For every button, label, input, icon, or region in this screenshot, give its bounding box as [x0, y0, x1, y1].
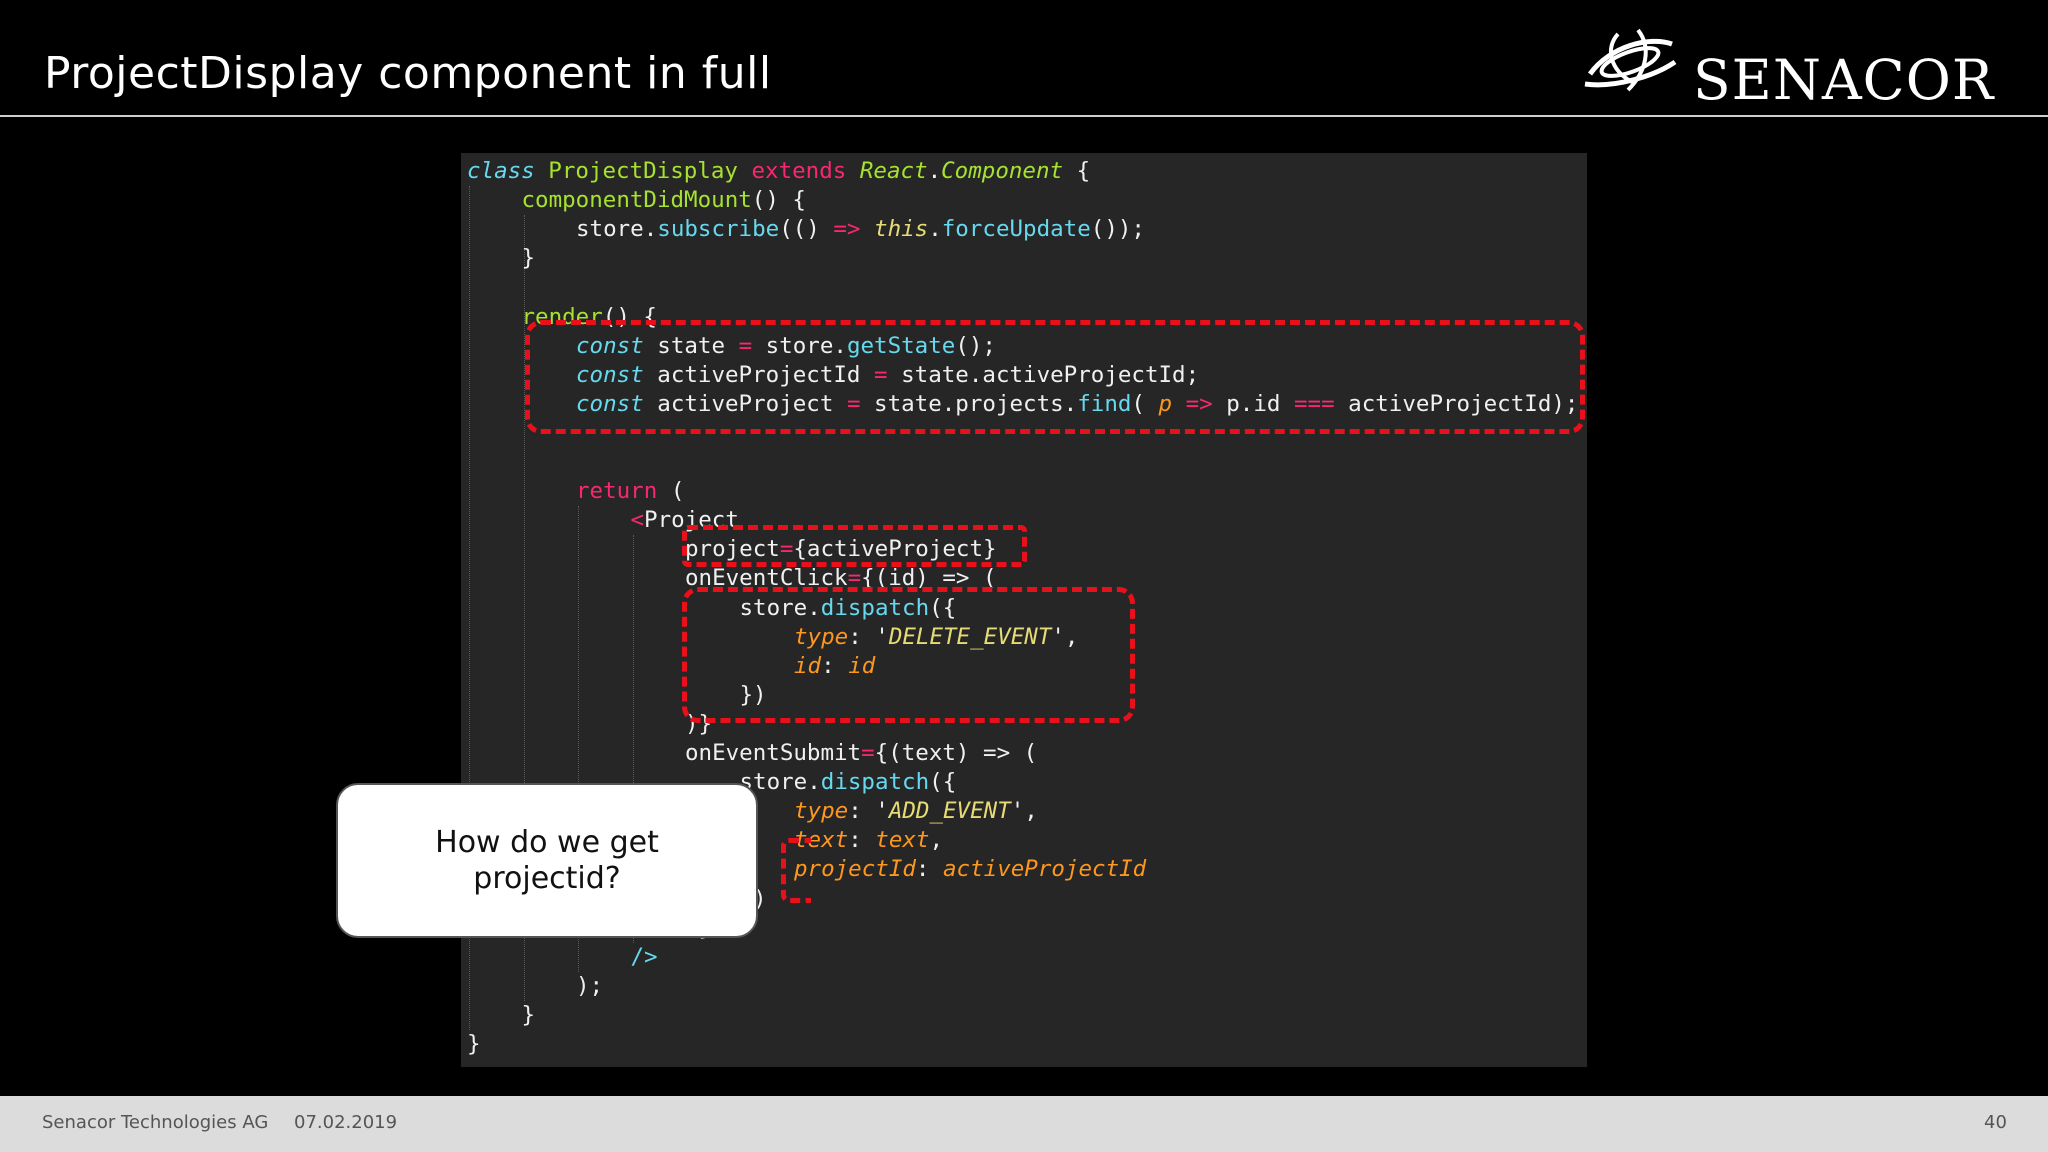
code-token: return	[576, 478, 658, 505]
callout-text: How do we get projectid?	[435, 824, 659, 896]
code-token: :	[915, 856, 944, 883]
footer-company: Senacor Technologies AG	[42, 1112, 269, 1133]
code-line: }	[467, 1030, 481, 1059]
title-divider	[0, 115, 2048, 117]
code-token: forceUpdate	[941, 216, 1091, 243]
code-token: componentDidMount	[521, 187, 752, 214]
code-token: }	[521, 1001, 536, 1028]
page-number: 40	[1984, 1112, 2007, 1133]
highlight-delete-dispatch	[682, 587, 1135, 723]
code-line: );	[576, 972, 603, 1001]
code-token: =>	[833, 216, 861, 243]
code-line: store.subscribe(() => this.forceUpdate()…	[576, 215, 1145, 244]
footer-date: 07.02.2019	[294, 1112, 398, 1133]
code-token: projectId	[794, 856, 916, 883]
code-token: />	[630, 943, 658, 970]
code-line: class ProjectDisplay extends React.Compo…	[467, 157, 1090, 186]
code-token: subscribe	[657, 216, 780, 243]
code-line: onEventSubmit={(text) => (	[685, 739, 1037, 768]
footer-bar: Senacor Technologies AG 07.02.2019 40	[0, 1096, 2048, 1152]
code-line: text: text,	[794, 826, 943, 855]
code-token: ());	[1090, 216, 1145, 243]
highlight-project-prop	[682, 525, 1027, 567]
code-token: dispatch	[820, 769, 930, 796]
highlight-state-consts	[525, 320, 1585, 434]
highlight-projectid-line	[781, 838, 811, 903]
code-token: this	[874, 216, 929, 243]
code-token: ProjectDisplay	[548, 158, 752, 184]
code-token: );	[576, 972, 604, 999]
question-callout: How do we get projectid?	[336, 783, 758, 938]
code-token: ({	[929, 769, 957, 796]
code-line: }	[522, 1001, 536, 1030]
code-token: React	[859, 158, 928, 184]
code-token: Component	[941, 158, 1064, 184]
code-token: }	[521, 245, 536, 272]
code-token: =	[861, 740, 875, 766]
code-line: return (	[576, 477, 684, 506]
code-line: />	[631, 943, 658, 972]
code-token: (	[657, 478, 685, 505]
code-token: : '	[848, 798, 889, 825]
code-line: componentDidMount() {	[522, 186, 806, 215]
code-token: .	[928, 216, 942, 243]
code-line: store.dispatch({	[740, 768, 957, 797]
code-token: () {	[751, 187, 806, 214]
code-token: activeProjectId	[943, 856, 1147, 883]
senacor-swirl-logo-icon	[1584, 28, 1677, 92]
code-token: <	[630, 507, 645, 534]
code-token: .	[927, 158, 942, 184]
code-line: type: 'ADD_EVENT',	[794, 797, 1038, 826]
code-token: :	[848, 827, 876, 854]
code-line: }	[522, 244, 536, 273]
code-token: onEventSubmit	[685, 740, 862, 766]
code-token: type	[794, 798, 849, 825]
slide-title: ProjectDisplay component in full	[44, 48, 772, 99]
code-token: ADD_EVENT	[888, 798, 1011, 825]
code-line: projectId: activeProjectId	[794, 855, 1146, 884]
code-token: text	[875, 827, 930, 854]
senacor-logo: SENACOR	[1580, 26, 2010, 112]
code-token: (()	[779, 216, 834, 243]
code-token: {	[1063, 158, 1091, 184]
code-token: class	[467, 158, 549, 184]
code-token: extends	[751, 158, 860, 184]
code-token: store.	[576, 216, 658, 243]
code-token: ',	[1010, 798, 1038, 825]
logo-wordmark: SENACOR	[1693, 48, 1995, 112]
code-token: {(text) => (	[874, 740, 1038, 766]
code-token: ,	[929, 827, 944, 854]
code-token: }	[467, 1031, 481, 1057]
